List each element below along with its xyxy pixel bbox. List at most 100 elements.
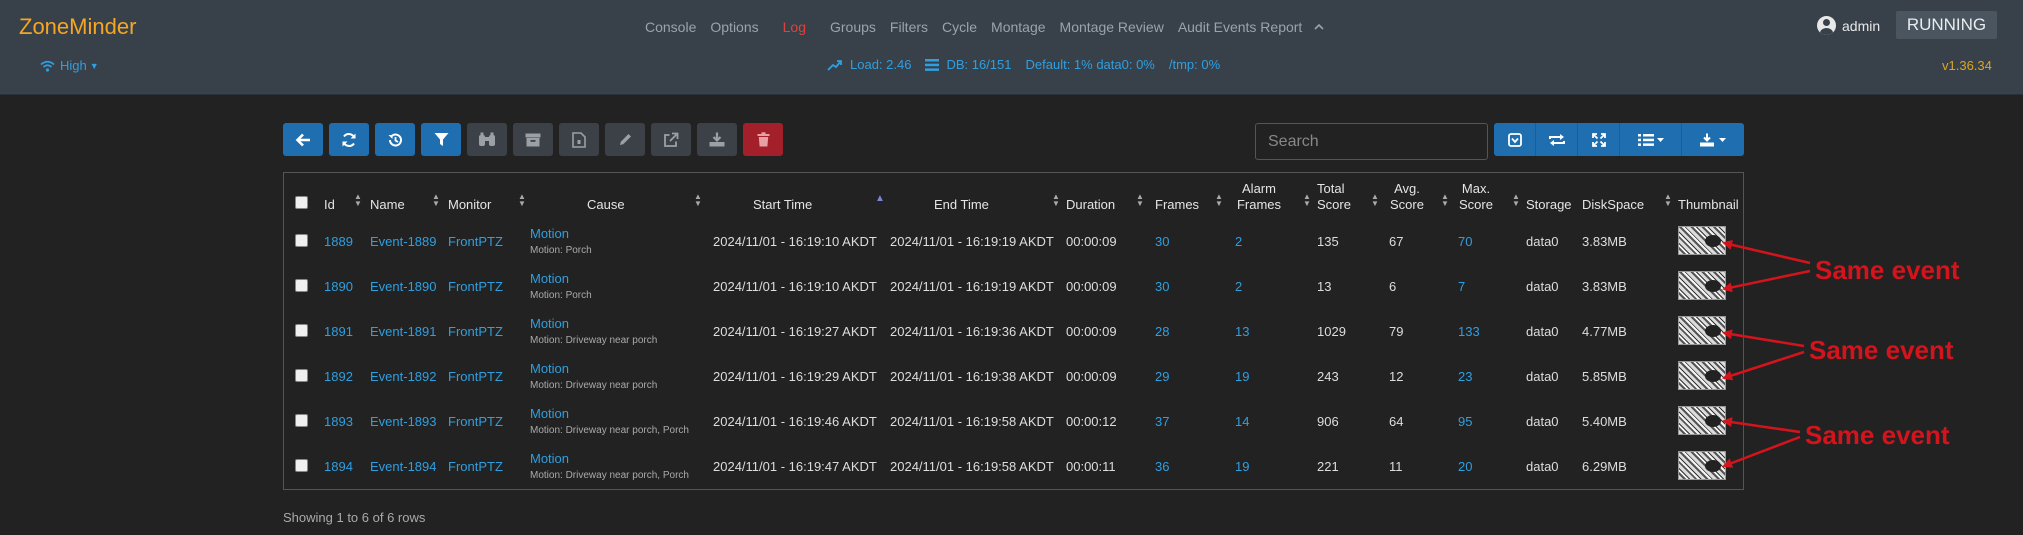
row-checkbox[interactable] — [295, 413, 308, 427]
history-button[interactable] — [375, 123, 415, 156]
cell-thumbnail[interactable] — [1678, 399, 1744, 444]
fullscreen-button[interactable] — [1578, 123, 1620, 156]
unarchive-button[interactable] — [559, 123, 599, 156]
cell-name[interactable]: Event-1889 — [370, 219, 448, 264]
event-thumbnail[interactable] — [1678, 450, 1726, 480]
cell-max-score[interactable]: 133 — [1458, 309, 1526, 354]
delete-button[interactable] — [743, 123, 783, 156]
toggle-button[interactable] — [1494, 123, 1536, 156]
column-header-id[interactable]: Id ▲ ▼ — [324, 173, 370, 219]
cause-link[interactable]: Motion — [530, 361, 713, 377]
column-header-end-time[interactable]: End Time ▲ ▼ — [890, 173, 1066, 219]
user-menu[interactable]: admin — [1817, 16, 1880, 35]
cell-id[interactable]: 1892 — [324, 354, 370, 399]
cell-frames[interactable]: 37 — [1155, 399, 1235, 444]
cell-max-score[interactable]: 70 — [1458, 219, 1526, 264]
cause-link[interactable]: Motion — [530, 226, 713, 242]
cell-monitor[interactable]: FrontPTZ — [448, 354, 530, 399]
cause-link[interactable]: Motion — [530, 451, 713, 467]
column-header-start-time[interactable]: Start Time ▲ — [713, 173, 890, 219]
nav-cycle[interactable]: Cycle — [942, 19, 977, 35]
cell-thumbnail[interactable] — [1678, 354, 1744, 399]
cell-id[interactable]: 1894 — [324, 444, 370, 489]
cell-monitor[interactable]: FrontPTZ — [448, 219, 530, 264]
cell-thumbnail[interactable] — [1678, 309, 1744, 354]
column-header-avg-score[interactable]: Avg. Score ▲ ▼ — [1389, 173, 1458, 219]
cell-alarm-frames[interactable]: 14 — [1235, 399, 1317, 444]
table-row[interactable]: 1891 Event-1891 FrontPTZ Motion Motion: Driv… — [284, 309, 1744, 354]
column-header-max-score[interactable]: Max. Score ▲ ▼ — [1458, 173, 1526, 219]
cause-link[interactable]: Motion — [530, 271, 713, 287]
columns-dropdown[interactable] — [1620, 123, 1682, 156]
cell-alarm-frames[interactable]: 19 — [1235, 354, 1317, 399]
row-checkbox[interactable] — [295, 323, 308, 337]
nav-options[interactable]: Options — [710, 19, 758, 35]
nav-montage[interactable]: Montage — [991, 19, 1045, 35]
column-header-disk-space[interactable]: DiskSpace ▲ ▼ — [1582, 173, 1678, 219]
table-row[interactable]: 1890 Event-1890 FrontPTZ Motion Motion: Porc… — [284, 264, 1744, 309]
cell-monitor[interactable]: FrontPTZ — [448, 399, 530, 444]
event-thumbnail[interactable] — [1678, 270, 1726, 300]
column-header-name[interactable]: Name ▲ ▼ — [370, 173, 448, 219]
auto-refresh-button[interactable] — [1536, 123, 1578, 156]
event-thumbnail[interactable] — [1678, 225, 1726, 255]
run-state-button[interactable]: RUNNING — [1896, 11, 1997, 39]
column-header-cause[interactable]: Cause ▲ ▼ — [530, 173, 713, 219]
cause-link[interactable]: Motion — [530, 406, 713, 422]
filter-button[interactable] — [421, 123, 461, 156]
archive-button[interactable] — [513, 123, 553, 156]
cell-alarm-frames[interactable]: 19 — [1235, 444, 1317, 489]
cell-name[interactable]: Event-1894 — [370, 444, 448, 489]
cell-thumbnail[interactable] — [1678, 264, 1744, 309]
cell-thumbnail[interactable] — [1678, 444, 1744, 489]
cell-name[interactable]: Event-1890 — [370, 264, 448, 309]
event-thumbnail[interactable] — [1678, 405, 1726, 435]
cause-link[interactable]: Motion — [530, 316, 713, 332]
cell-frames[interactable]: 28 — [1155, 309, 1235, 354]
cell-name[interactable]: Event-1892 — [370, 354, 448, 399]
nav-groups[interactable]: Groups — [830, 19, 876, 35]
cell-max-score[interactable]: 20 — [1458, 444, 1526, 489]
view-button[interactable] — [467, 123, 507, 156]
export-dropdown[interactable] — [1682, 123, 1744, 156]
nav-log[interactable]: Log — [783, 19, 806, 35]
edit-button[interactable] — [605, 123, 645, 156]
cell-frames[interactable]: 30 — [1155, 264, 1235, 309]
row-checkbox[interactable] — [295, 368, 308, 382]
cell-max-score[interactable]: 7 — [1458, 264, 1526, 309]
nav-filters[interactable]: Filters — [890, 19, 928, 35]
cell-frames[interactable]: 30 — [1155, 219, 1235, 264]
back-button[interactable] — [283, 123, 323, 156]
cell-name[interactable]: Event-1893 — [370, 399, 448, 444]
row-checkbox[interactable] — [295, 278, 308, 292]
bandwidth-dropdown[interactable]: High ▼ — [40, 58, 99, 73]
search-input[interactable] — [1255, 123, 1488, 160]
cell-alarm-frames[interactable]: 13 — [1235, 309, 1317, 354]
column-header-total-score[interactable]: Total Score ▲ ▼ — [1317, 173, 1389, 219]
nav-console[interactable]: Console — [645, 19, 696, 35]
cell-thumbnail[interactable] — [1678, 219, 1744, 264]
cell-id[interactable]: 1890 — [324, 264, 370, 309]
table-row[interactable]: 1894 Event-1894 FrontPTZ Motion Motion: Driv… — [284, 444, 1744, 489]
nav-audit-events-report[interactable]: Audit Events Report — [1178, 19, 1303, 35]
column-header-alarm-frames[interactable]: Alarm Frames ▲ ▼ — [1235, 173, 1317, 219]
export-button[interactable] — [651, 123, 691, 156]
table-row[interactable]: 1893 Event-1893 FrontPTZ Motion Motion: Driv… — [284, 399, 1744, 444]
column-header-duration[interactable]: Duration ▲ ▼ — [1066, 173, 1155, 219]
download-button[interactable] — [697, 123, 737, 156]
refresh-button[interactable] — [329, 123, 369, 156]
cell-max-score[interactable]: 95 — [1458, 399, 1526, 444]
table-row[interactable]: 1889 Event-1889 FrontPTZ Motion Motion: Porc… — [284, 219, 1744, 264]
cell-max-score[interactable]: 23 — [1458, 354, 1526, 399]
cell-monitor[interactable]: FrontPTZ — [448, 264, 530, 309]
row-checkbox[interactable] — [295, 458, 308, 472]
cell-frames[interactable]: 29 — [1155, 354, 1235, 399]
cell-id[interactable]: 1891 — [324, 309, 370, 354]
table-row[interactable]: 1892 Event-1892 FrontPTZ Motion Motion: Driv… — [284, 354, 1744, 399]
column-header-monitor[interactable]: Monitor ▲ ▼ — [448, 173, 530, 219]
cell-frames[interactable]: 36 — [1155, 444, 1235, 489]
row-checkbox[interactable] — [295, 233, 308, 247]
cell-name[interactable]: Event-1891 — [370, 309, 448, 354]
select-all-checkbox[interactable] — [295, 196, 308, 209]
version-label[interactable]: v1.36.34 — [1942, 58, 1992, 73]
